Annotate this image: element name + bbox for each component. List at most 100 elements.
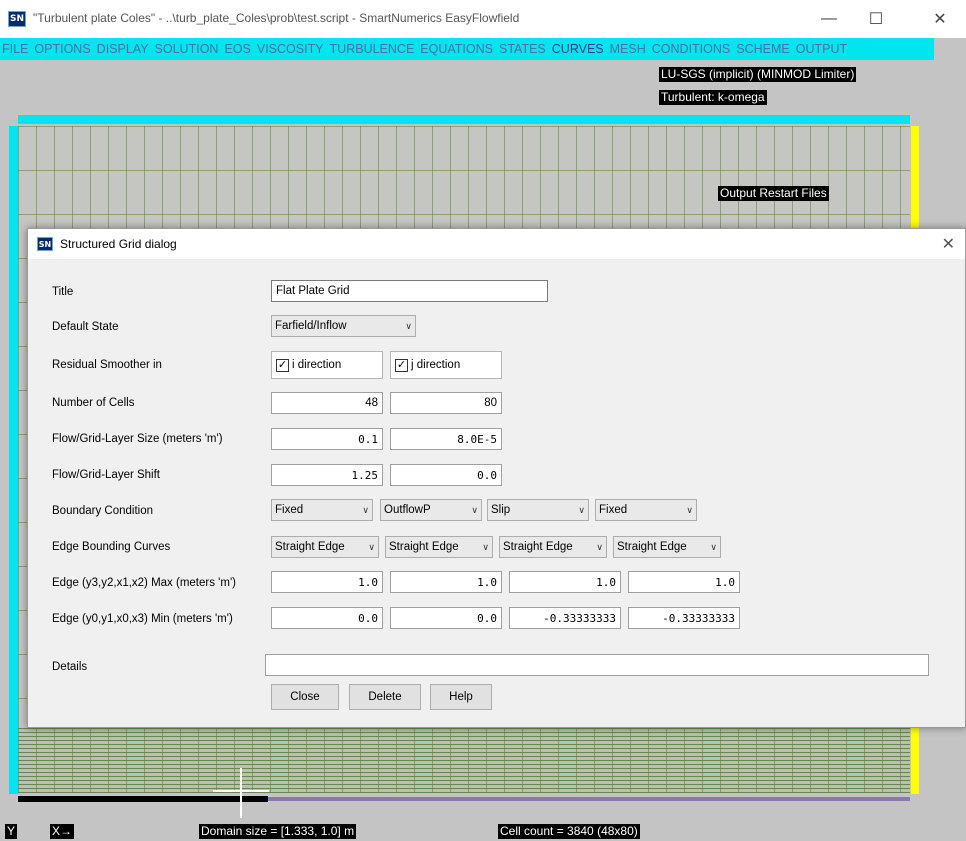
j-direction-checkbox[interactable]: ✓ j direction	[390, 351, 502, 379]
layer-size-i-field[interactable]: 0.1	[271, 428, 383, 450]
cell-count-info: Cell count = 3840 (48x80)	[498, 824, 640, 839]
chevron-down-icon: ∨	[405, 320, 412, 331]
cells-label: Number of Cells	[52, 397, 135, 409]
smoother-label: Residual Smoother in	[52, 359, 162, 371]
layer-shift-j-field[interactable]: 0.0	[390, 464, 502, 486]
menu-output[interactable]: OUTPUT	[796, 42, 847, 56]
scheme-info: LU-SGS (implicit) (MINMOD Limiter)	[659, 67, 857, 82]
checkbox-check-icon: ✓	[395, 358, 408, 372]
close-button[interactable]: Close	[271, 684, 339, 710]
default-state-label: Default State	[52, 321, 119, 333]
dialog-title: Structured Grid dialog	[60, 237, 177, 251]
maximize-button[interactable]: ☐	[853, 6, 899, 32]
menu-solution[interactable]: SOLUTION	[155, 42, 219, 56]
menu-scheme[interactable]: SCHEME	[736, 42, 789, 56]
i-direction-checkbox[interactable]: ✓ i direction	[271, 351, 383, 379]
chevron-down-icon: ∨	[482, 541, 489, 552]
curve-value: Straight Edge	[275, 541, 345, 553]
chevron-down-icon: ∨	[686, 504, 693, 515]
cells-i-field[interactable]: 48	[271, 392, 383, 414]
bc-value: Slip	[491, 504, 511, 516]
edge-max-label: Edge (y3,y2,x1,x2) Max (meters 'm')	[52, 577, 236, 589]
edge-min-field-1[interactable]: 0.0	[271, 607, 383, 629]
window-title: "Turbulent plate Coles" - ..\turb_plate_…	[33, 11, 520, 25]
curve-select-1[interactable]: Straight Edge ∨	[271, 536, 379, 558]
dialog-close-icon[interactable]: ✕	[942, 234, 955, 254]
details-label: Details	[52, 661, 88, 673]
edge-min-field-3[interactable]: -0.33333333	[509, 607, 621, 629]
axis-y-label: Y	[5, 824, 18, 839]
curves-label: Edge Bounding Curves	[52, 541, 171, 553]
curve-select-3[interactable]: Straight Edge ∨	[499, 536, 607, 558]
menu-display[interactable]: DISPLAY	[97, 42, 149, 56]
bc-select-3[interactable]: Slip ∨	[487, 499, 589, 521]
menu-eos[interactable]: EOS	[224, 42, 250, 56]
default-state-value: Farfield/Inflow	[275, 320, 347, 332]
layer-size-j-field[interactable]: 8.0E-5	[390, 428, 502, 450]
close-window-button[interactable]: ✕	[917, 6, 963, 32]
checkbox-check-icon: ✓	[276, 358, 289, 372]
menu-turbulence[interactable]: TURBULENCE	[330, 42, 415, 56]
app-icon: SN	[8, 11, 26, 27]
edge-min-field-4[interactable]: -0.33333333	[628, 607, 740, 629]
top-boundary-marker	[18, 115, 910, 124]
default-state-select[interactable]: Farfield/Inflow ∨	[271, 315, 416, 337]
bc-select-1[interactable]: Fixed ∨	[271, 499, 373, 521]
bottom-boundary-marker	[268, 797, 910, 801]
cells-j-field[interactable]: 80	[390, 392, 502, 414]
bc-select-2[interactable]: OutflowP ∨	[380, 499, 482, 521]
chevron-down-icon: ∨	[578, 504, 585, 515]
edge-min-field-2[interactable]: 0.0	[390, 607, 502, 629]
i-direction-label: i direction	[292, 359, 342, 371]
bc-value: Fixed	[599, 504, 628, 516]
curve-value: Straight Edge	[389, 541, 459, 553]
bc-value: Fixed	[275, 504, 304, 516]
menu-options[interactable]: OPTIONS	[34, 42, 90, 56]
menu-states[interactable]: STATES	[499, 42, 546, 56]
edge-max-field-1[interactable]: 1.0	[271, 571, 383, 593]
dialog-app-icon: SN	[37, 237, 53, 251]
menu-viscosity[interactable]: VISCOSITY	[257, 42, 324, 56]
chevron-down-icon: ∨	[596, 541, 603, 552]
curve-select-2[interactable]: Straight Edge ∨	[385, 536, 493, 558]
bc-label: Boundary Condition	[52, 505, 154, 517]
chevron-down-icon: ∨	[710, 541, 717, 552]
layer-shift-label: Flow/Grid-Layer Shift	[52, 469, 161, 481]
title-label: Title	[52, 286, 74, 298]
menu-equations[interactable]: EQUATIONS	[420, 42, 493, 56]
bc-value: OutflowP	[384, 504, 431, 516]
edge-max-field-2[interactable]: 1.0	[390, 571, 502, 593]
domain-size-info: Domain size = [1.333, 1.0] m	[199, 824, 357, 839]
chevron-down-icon: ∨	[362, 504, 369, 515]
turbulence-info: Turbulent: k-omega	[659, 90, 767, 105]
j-direction-label: j direction	[411, 359, 461, 371]
menu-bar-filler	[934, 38, 966, 60]
structured-grid-dialog: SN Structured Grid dialog ✕ Title Flat P…	[27, 228, 966, 728]
curve-select-4[interactable]: Straight Edge ∨	[613, 536, 721, 558]
edge-max-field-3[interactable]: 1.0	[509, 571, 621, 593]
curve-value: Straight Edge	[617, 541, 687, 553]
help-button[interactable]: Help	[430, 684, 492, 710]
dialog-titlebar: SN Structured Grid dialog ✕	[28, 229, 965, 259]
axis-x-label: X→	[50, 824, 75, 839]
menu-file[interactable]: FILE	[2, 42, 28, 56]
bc-select-4[interactable]: Fixed ∨	[595, 499, 697, 521]
menu-curves[interactable]: CURVES	[552, 42, 604, 56]
edge-max-field-4[interactable]: 1.0	[628, 571, 740, 593]
wall-boundary-marker	[18, 796, 268, 802]
cursor-crosshair-v	[240, 768, 242, 818]
menu-conditions[interactable]: CONDITIONS	[652, 42, 730, 56]
title-field[interactable]: Flat Plate Grid	[271, 280, 548, 302]
window-titlebar: SN "Turbulent plate Coles" - ..\turb_pla…	[0, 0, 966, 38]
menu-mesh[interactable]: MESH	[610, 42, 646, 56]
edge-min-label: Edge (y0,y1,x0,x3) Min (meters 'm')	[52, 613, 233, 625]
output-info: Output Restart Files	[718, 186, 829, 201]
details-field[interactable]	[265, 654, 929, 676]
left-boundary-marker	[9, 126, 18, 794]
minimize-button[interactable]: —	[806, 6, 852, 32]
curve-value: Straight Edge	[503, 541, 573, 553]
mesh-grid-boundary-layer	[18, 728, 910, 793]
delete-button[interactable]: Delete	[349, 684, 421, 710]
layer-size-label: Flow/Grid-Layer Size (meters 'm')	[52, 433, 223, 445]
layer-shift-i-field[interactable]: 1.25	[271, 464, 383, 486]
